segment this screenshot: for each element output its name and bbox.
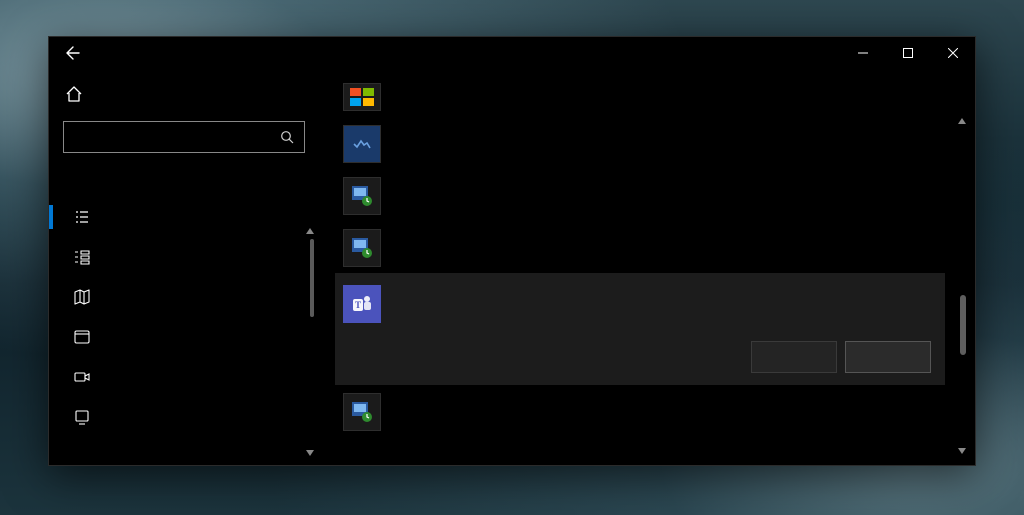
sidebar-scrollbar[interactable] <box>303 239 317 457</box>
scroll-up-icon[interactable] <box>303 225 317 237</box>
search-icon <box>280 130 294 144</box>
main-scrollbar[interactable] <box>955 115 969 457</box>
scroll-thumb[interactable] <box>310 239 314 317</box>
map-icon <box>73 288 91 306</box>
home-icon <box>65 85 83 103</box>
app-actions <box>343 341 937 373</box>
app-row-selected[interactable]: T <box>335 273 945 385</box>
home-link[interactable] <box>63 77 305 111</box>
window-controls <box>840 37 975 69</box>
scroll-up-icon[interactable] <box>955 115 969 127</box>
list-icon <box>73 208 91 226</box>
app-icon: T <box>343 285 381 323</box>
scroll-thumb[interactable] <box>960 295 966 355</box>
sidebar-item-apps-features[interactable] <box>63 197 305 237</box>
app-row[interactable] <box>335 221 945 273</box>
sidebar-item-default-apps[interactable] <box>63 237 305 277</box>
app-icon <box>343 125 381 163</box>
modify-button <box>751 341 837 373</box>
app-row[interactable] <box>335 385 945 437</box>
app-icon <box>343 229 381 267</box>
uninstall-button[interactable] <box>845 341 931 373</box>
app-icon <box>343 177 381 215</box>
arrow-left-icon <box>65 45 81 61</box>
settings-window: T <box>48 36 976 466</box>
app-list: T <box>335 83 975 465</box>
sidebar-item-apps-websites[interactable] <box>63 317 305 357</box>
back-button[interactable] <box>63 43 83 63</box>
app-icon <box>343 393 381 431</box>
maximize-icon <box>903 48 913 58</box>
scroll-down-icon[interactable] <box>955 445 969 457</box>
app-row[interactable] <box>335 83 945 117</box>
close-button[interactable] <box>930 37 975 69</box>
startup-icon <box>73 408 91 426</box>
main-panel: T <box>319 69 975 465</box>
app-row[interactable] <box>335 169 945 221</box>
sidebar-item-offline-maps[interactable] <box>63 277 305 317</box>
close-icon <box>948 48 958 58</box>
minimize-button[interactable] <box>840 37 885 69</box>
video-icon <box>73 368 91 386</box>
svg-text:T: T <box>355 300 361 310</box>
search-input[interactable] <box>63 121 305 153</box>
scroll-down-icon[interactable] <box>303 447 317 459</box>
app-icon <box>343 83 381 111</box>
app-row[interactable] <box>335 117 945 169</box>
defaults-icon <box>73 248 91 266</box>
sidebar <box>49 69 319 465</box>
category-label <box>63 161 305 185</box>
content-area: T <box>49 69 975 465</box>
maximize-button[interactable] <box>885 37 930 69</box>
sidebar-item-startup[interactable] <box>63 397 305 437</box>
sidebar-item-video-playback[interactable] <box>63 357 305 397</box>
titlebar <box>49 37 975 69</box>
minimize-icon <box>858 48 868 58</box>
sidebar-nav <box>63 197 305 437</box>
apps-web-icon <box>73 328 91 346</box>
